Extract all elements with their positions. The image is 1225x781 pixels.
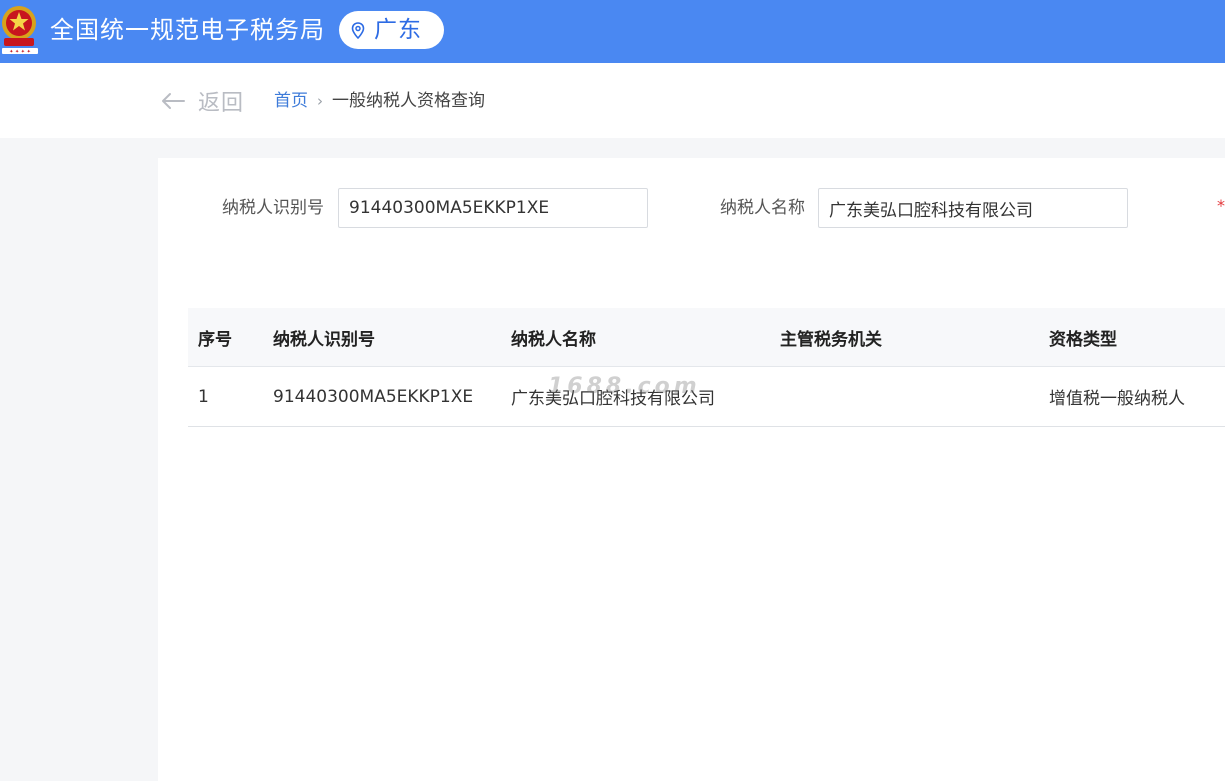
back-button[interactable]: 返回 <box>160 86 244 116</box>
breadcrumb-separator: › <box>317 92 323 110</box>
breadcrumb-home-link[interactable]: 首页 <box>274 90 308 112</box>
location-pin-icon <box>351 22 365 39</box>
column-header-tax-authority: 主管税务机关 <box>780 329 882 350</box>
region-label: 广东 <box>374 17 422 43</box>
taxpayer-name-label: 纳税人名称 <box>720 198 805 218</box>
cell-index: 1 <box>198 386 209 407</box>
cell-taxpayer-id: 91440300MA5EKKP1XE <box>273 386 474 407</box>
query-panel: 纳税人识别号 纳税人名称 * 序号 纳税人识别号 纳税人名称 主管税务机关 资格… <box>158 158 1225 781</box>
breadcrumb-current: 一般纳税人资格查询 <box>332 91 485 111</box>
cell-qualification-type: 增值税一般纳税人 <box>1049 389 1185 409</box>
site-title[interactable]: 全国统一规范电子税务局 <box>50 14 325 46</box>
table-row[interactable]: 1 91440300MA5EKKP1XE 广东美弘口腔科技有限公司 增值税一般纳… <box>188 367 1225 427</box>
required-mark: * <box>1217 196 1225 215</box>
taxpayer-id-input[interactable] <box>338 188 648 228</box>
tax-emblem-icon: ✦ ✦ ✦ ✦ <box>2 6 38 55</box>
column-header-qualification-type: 资格类型 <box>1049 329 1117 350</box>
taxpayer-id-label: 纳税人识别号 <box>222 198 324 218</box>
cell-taxpayer-name: 广东美弘口腔科技有限公司 <box>511 389 715 409</box>
column-header-index: 序号 <box>198 329 232 350</box>
taxpayer-name-input[interactable] <box>818 188 1128 228</box>
arrow-left-icon <box>162 93 185 109</box>
column-header-taxpayer-name: 纳税人名称 <box>511 329 596 350</box>
results-table: 序号 纳税人识别号 纳税人名称 主管税务机关 资格类型 1 91440300MA… <box>188 308 1225 427</box>
svg-text:✦ ✦ ✦ ✦: ✦ ✦ ✦ ✦ <box>9 49 31 55</box>
table-header-row: 序号 纳税人识别号 纳税人名称 主管税务机关 资格类型 <box>188 308 1225 367</box>
breadcrumb: 首页 › 一般纳税人资格查询 <box>274 90 485 112</box>
region-selector[interactable]: 广东 <box>339 11 444 49</box>
column-header-taxpayer-id: 纳税人识别号 <box>273 329 375 350</box>
navigation-subbar: 返回 首页 › 一般纳税人资格查询 <box>0 63 1225 138</box>
top-header-bar: ✦ ✦ ✦ ✦ 全国统一规范电子税务局 广东 <box>0 0 1225 63</box>
back-label: 返回 <box>198 91 245 116</box>
